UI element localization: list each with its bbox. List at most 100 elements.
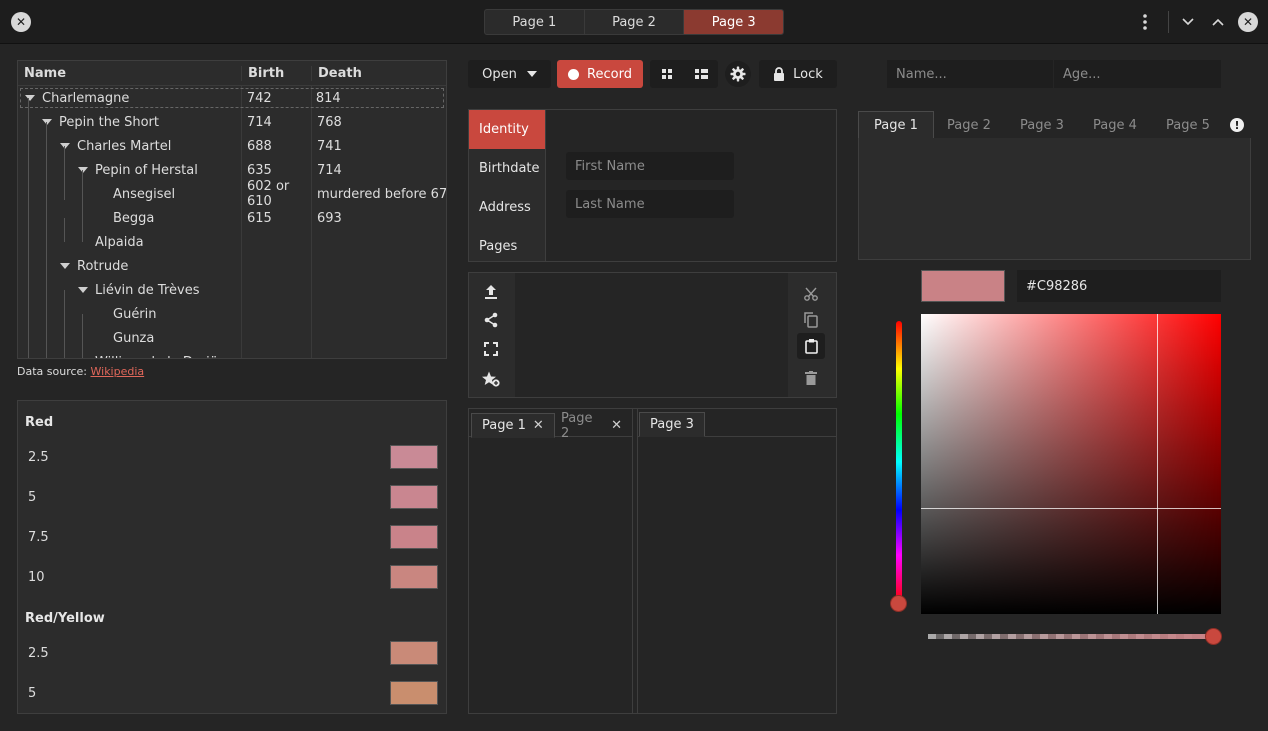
expander-triangle-icon[interactable]: [60, 263, 70, 269]
sidebar-item-address[interactable]: Address: [469, 188, 545, 227]
tree-guide-line: [82, 194, 83, 242]
tree-cell-birth: 688: [247, 138, 272, 154]
open-button[interactable]: Open: [468, 60, 551, 88]
sidebar-item-pages[interactable]: Pages: [469, 227, 545, 266]
star-add-icon[interactable]: [477, 366, 505, 392]
tab-page-2[interactable]: Page 2 ✕: [551, 410, 632, 441]
crosshair-vertical: [1157, 314, 1158, 614]
list-item-label: 5: [28, 685, 37, 701]
list-item[interactable]: 2.5: [28, 641, 438, 665]
switcher-page-3[interactable]: Page 3: [684, 10, 783, 34]
lock-button-label: Lock: [793, 66, 823, 82]
record-button[interactable]: Record: [557, 60, 643, 88]
tree-cell-birth: 742: [246, 90, 272, 106]
minimize-icon[interactable]: [1178, 12, 1198, 32]
expander-triangle-icon[interactable]: [60, 143, 70, 149]
first-name-field[interactable]: First Name: [566, 152, 734, 180]
alpha-slider[interactable]: [928, 634, 1214, 639]
close-icon[interactable]: ✕: [1238, 12, 1258, 32]
name-field[interactable]: Name...: [887, 60, 1053, 88]
close-icon[interactable]: ✕: [533, 418, 544, 433]
tree-guide-line: [46, 266, 47, 358]
list-item[interactable]: 2.5: [28, 445, 438, 469]
tree-cell-name: Pepin of Herstal: [18, 163, 241, 178]
tab-page-5[interactable]: Page 5: [1152, 111, 1224, 139]
copy-icon[interactable]: [797, 307, 825, 333]
alpha-slider-handle[interactable]: [1205, 628, 1222, 645]
lock-button[interactable]: Lock: [759, 60, 837, 88]
delete-icon[interactable]: [797, 365, 825, 391]
tree-cell-name: Charlemagne: [21, 91, 241, 106]
tree-cell-birth: 714: [247, 114, 272, 130]
tree-cell-death: 768: [317, 114, 342, 130]
lock-icon: [774, 67, 785, 81]
saturation-value-area[interactable]: [921, 314, 1221, 614]
color-swatch: [390, 681, 438, 705]
action-bar-left: [469, 273, 515, 397]
column-header-death[interactable]: Death: [311, 65, 446, 81]
paste-icon[interactable]: [797, 333, 825, 359]
left-tab-strip: Page 1 ✕ Page 2 ✕: [469, 409, 632, 441]
last-name-field[interactable]: Last Name: [566, 190, 734, 218]
hue-slider[interactable]: [896, 321, 902, 603]
maximize-icon[interactable]: [1208, 12, 1228, 32]
column-header-name[interactable]: Name: [18, 66, 241, 81]
tab-page-3[interactable]: Page 3: [1006, 111, 1078, 139]
open-button-label: Open: [482, 66, 517, 82]
share-icon[interactable]: [477, 307, 505, 333]
fullscreen-icon[interactable]: [477, 336, 505, 362]
menu-kebab-icon[interactable]: [1135, 12, 1155, 32]
notebook-page: [858, 138, 1251, 260]
warning-icon[interactable]: !: [1230, 118, 1244, 132]
switcher-page-1[interactable]: Page 1: [485, 10, 585, 34]
tree-guide-line: [64, 218, 65, 242]
close-icon[interactable]: ✕: [11, 12, 31, 32]
tree-row[interactable]: Rotrude: [18, 254, 446, 278]
list-item-label: 2.5: [28, 645, 49, 661]
sidebar-item-birthdate[interactable]: Birthdate: [469, 149, 545, 188]
tree-view: Name Birth Death Charlemagne 742 814 Pepin …: [17, 60, 447, 359]
tab-page-3[interactable]: Page 3: [639, 412, 705, 437]
upload-icon[interactable]: [477, 279, 505, 305]
tree-cell-name: Begga: [18, 211, 241, 226]
list-item[interactable]: 5: [28, 681, 438, 705]
tree-row[interactable]: Pepin the Short 714 768: [18, 110, 446, 134]
list-item[interactable]: 7.5: [28, 525, 438, 549]
expander-triangle-icon[interactable]: [78, 287, 88, 293]
list-item[interactable]: 5: [28, 485, 438, 509]
sidebar-item-identity[interactable]: Identity: [469, 110, 545, 149]
tree-row[interactable]: Charlemagne 742 814: [20, 88, 444, 108]
grid-view-button[interactable]: [650, 69, 684, 79]
switcher-page-2[interactable]: Page 2: [585, 10, 685, 34]
record-button-label: Record: [587, 66, 632, 82]
expander-triangle-icon[interactable]: [42, 119, 52, 125]
action-panel: [468, 272, 837, 398]
column-header-birth[interactable]: Birth: [241, 65, 311, 81]
tab-label: Page 1: [482, 418, 526, 433]
tab-page-1[interactable]: Page 1 ✕: [471, 413, 555, 438]
wikipedia-link[interactable]: Wikipedia: [91, 365, 145, 378]
tab-page-4[interactable]: Page 4: [1079, 111, 1151, 139]
tree-row[interactable]: Liévin de Trèves: [18, 278, 446, 302]
hex-input[interactable]: #C98286: [1017, 270, 1221, 302]
tree-cell-birth: 615: [247, 210, 272, 226]
cut-icon[interactable]: [797, 281, 825, 307]
tree-guide-line: [28, 98, 29, 358]
tree-row[interactable]: Charles Martel 688 741: [18, 134, 446, 158]
list-item[interactable]: 10: [28, 565, 438, 589]
tree-cell-name: Ansegisel: [18, 187, 241, 202]
tab-label: Page 2: [561, 410, 593, 441]
color-swatch: [390, 641, 438, 665]
expander-triangle-icon[interactable]: [25, 95, 35, 101]
list-view-button[interactable]: [684, 69, 718, 79]
hue-slider-handle[interactable]: [890, 595, 907, 612]
tab-page-2[interactable]: Page 2: [933, 111, 1005, 139]
tree-cell-death: 714: [317, 162, 342, 178]
tree-cell-death: murdered before 679: [317, 186, 447, 202]
tab-page-1[interactable]: Page 1: [858, 111, 934, 139]
age-field[interactable]: Age...: [1054, 60, 1221, 88]
gear-icon[interactable]: [725, 61, 751, 87]
expander-triangle-icon[interactable]: [78, 167, 88, 173]
close-icon[interactable]: ✕: [611, 418, 622, 433]
group-title-red: Red: [25, 415, 54, 430]
